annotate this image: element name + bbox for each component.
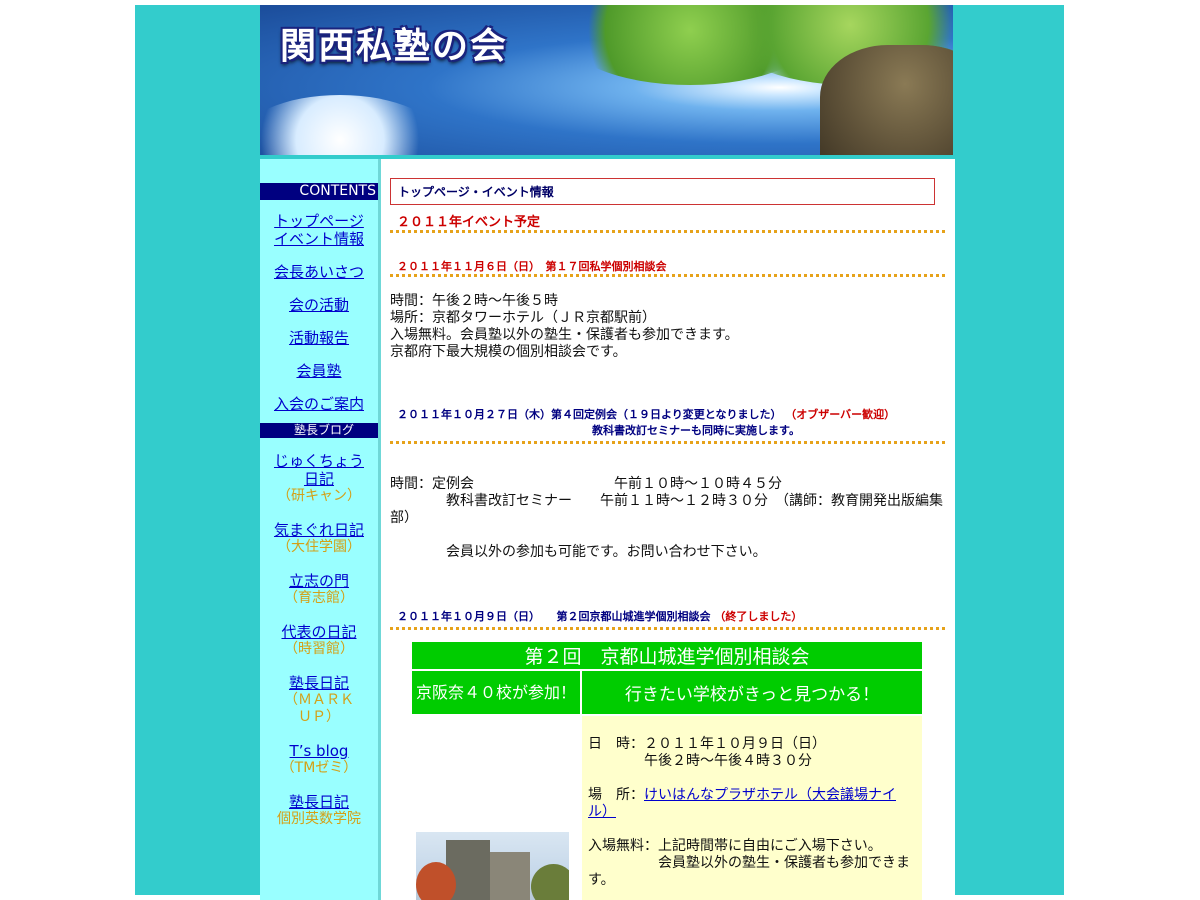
event2-heading-note: （オブザーバー歓迎） (785, 408, 896, 421)
breadcrumb: トップページ・イベント情報 (390, 178, 935, 205)
event1-place: 場所：京都タワーホテル（ＪＲ京都駅前） (390, 310, 656, 326)
blog-list: じゅくちょう日記 （研キャン） 気まぐれ日記 （大住学園） 立志の門 （育志館）… (260, 452, 378, 828)
blog-owner: （育志館） (284, 590, 354, 606)
event3-heading-block: ２０１１年１０月９日（日） 第２回京都山城進学個別相談会 （終了しました） (390, 607, 945, 630)
event3-info-cell: 日 時：２０１１年１０月９日（日） 午後２時〜午後４時３０分 場 所：けいはんな… (582, 716, 922, 900)
header-banner: 関西私塾の会 (260, 5, 953, 155)
blog-owner: （TMゼミ） (280, 760, 358, 776)
blog-link-jukucho[interactable]: じゅくちょう日記 (269, 452, 369, 488)
event2-time: 時間：定例会 午前１０時〜１０時４５分 (390, 476, 782, 492)
banner-left: 京阪奈４０校が参加！ (412, 671, 580, 714)
event2-note: 会員以外の参加も可能です。お問い合わせ下さい。 (390, 544, 767, 560)
sidebar-nav: トップページ イベント情報 会長あいさつ 会の活動 活動報告 会員塾 入会のご案… (260, 212, 378, 413)
blog-link-kobetsu[interactable]: 塾長日記 (289, 793, 349, 811)
nav-item-greeting[interactable]: 会長あいさつ (274, 263, 364, 281)
contents-heading: CONTENTS (260, 183, 378, 200)
nav-item-activities[interactable]: 会の活動 (289, 296, 349, 314)
event1-note: 京都府下最大規模の個別相談会です。 (390, 344, 627, 360)
event2-heading: ２０１１年１０月２７日（木）第４回定例会（１９日より変更となりました） (397, 408, 782, 421)
event3-heading: ２０１１年１０月９日（日） 第２回京都山城進学個別相談会 (397, 610, 711, 623)
blog-link-kimagure[interactable]: 気まぐれ日記 (274, 521, 364, 539)
nav-item-reports[interactable]: 活動報告 (289, 329, 349, 347)
banner-title: 第２回 京都山城進学個別相談会 (412, 642, 922, 669)
event2-seminar: 教科書改訂セミナー 午前１１時〜１２時３０分 （講師：教育開発出版編集部） (390, 493, 943, 526)
year-heading: ２０１１年イベント予定 (390, 213, 945, 233)
blog-owner: （ＭＡＲＫ ＵＰ） (284, 692, 354, 725)
event2-heading-block: ２０１１年１０月２７日（木）第４回定例会（１９日より変更となりました） （オブザ… (390, 407, 945, 444)
blog-owner: （研キャン） (277, 488, 361, 504)
nav-item-join[interactable]: 入会のご案内 (274, 395, 364, 413)
blog-link-daihyo[interactable]: 代表の日記 (281, 623, 356, 641)
event3-admission: 入場無料：上記時間帯に自由にご入場下さい。 (588, 838, 882, 854)
blog-heading: 塾長ブログ (260, 423, 378, 438)
blog-link-risshi[interactable]: 立志の門 (289, 572, 349, 590)
event1-details: 時間：午後２時〜午後５時 場所：京都タワーホテル（ＪＲ京都駅前） 入場無料。会員… (390, 293, 945, 361)
nav-item-members[interactable]: 会員塾 (296, 362, 341, 380)
tree-trunk-image (820, 45, 953, 155)
nav-item-top-events[interactable]: トップページ イベント情報 (274, 212, 364, 248)
event1-admission: 入場無料。会員塾以外の塾生・保護者も参加できます。 (390, 327, 739, 343)
hotel-photo (416, 832, 569, 900)
event2-subheading: 教科書改訂セミナーも同時に実施します。 (592, 424, 800, 437)
blog-owner: （大住学園） (277, 539, 361, 555)
event1-time: 時間：午後２時〜午後５時 (390, 293, 558, 309)
event2-details: 時間：定例会 午前１０時〜１０時４５分 教科書改訂セミナー 午前１１時〜１２時３… (390, 476, 945, 561)
sidebar: CONTENTS トップページ イベント情報 会長あいさつ 会の活動 活動報告 … (260, 159, 381, 900)
event3-place-label: 場 所： (588, 787, 644, 803)
event3-date: 日 時：２０１１年１０月９日（日） (588, 736, 826, 752)
main-content: トップページ・イベント情報 ２０１１年イベント予定 ２０１１年１１月６日（日） … (381, 159, 955, 900)
banner-right: 行きたい学校がきっと見つかる！ (582, 671, 922, 714)
blog-link-markup[interactable]: 塾長日記 (289, 674, 349, 692)
event3-heading-note: （終了しました） (714, 610, 803, 623)
event1-heading: ２０１１年１１月６日（日） 第１７回私学個別相談会 (390, 257, 945, 277)
blog-owner: 個別英数学院 (277, 811, 361, 827)
blog-owner: （時習館） (284, 641, 354, 657)
event3-note: 会員塾以外の塾生・保護者も参加できます。 (588, 855, 910, 888)
site-title: 関西私塾の会 (280, 25, 509, 67)
blog-link-ts[interactable]: T’s blog (290, 742, 349, 760)
event3-time: 午後２時〜午後４時３０分 (588, 753, 812, 769)
